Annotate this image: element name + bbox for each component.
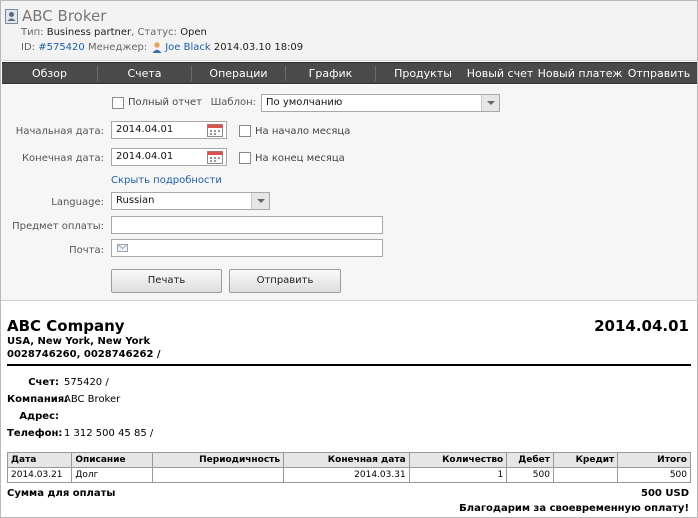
- report-settings-form: Полный отчет Шаблон: По умолчанию Началь…: [1, 85, 697, 301]
- full-report-checkbox[interactable]: [112, 97, 124, 109]
- phone-label: Телефон:: [7, 428, 63, 439]
- month-end-checkbox[interactable]: [239, 152, 251, 164]
- template-selected-value: По умолчанию: [266, 97, 343, 108]
- thank-you-note: Благодарим за своевременную оплату!: [459, 503, 689, 514]
- cell-quantity: 1: [408, 467, 508, 483]
- status-label: Статус:: [137, 27, 177, 38]
- invoice-company-phones: 0028746260, 0028746262 /: [7, 349, 161, 360]
- email-input[interactable]: [111, 239, 383, 257]
- template-label: Шаблон:: [210, 97, 256, 108]
- table-header-row: Дата Описание Периодичность Конечная дат…: [6, 452, 691, 468]
- nav-new-invoice[interactable]: Новый счет: [465, 63, 535, 84]
- address-label: Адрес:: [19, 411, 59, 422]
- col-debit: Дебет: [506, 452, 554, 468]
- col-credit: Кредит: [552, 452, 619, 468]
- language-select[interactable]: Russian: [111, 192, 270, 210]
- manager-link[interactable]: Joe Black: [165, 42, 210, 53]
- nav-products[interactable]: Продукты: [382, 63, 464, 84]
- invoice-company-address: USA, New York, New York: [7, 336, 151, 347]
- account-id-link[interactable]: #575420: [38, 42, 85, 53]
- full-report-label: Полный отчет: [128, 97, 202, 108]
- col-end-date: Конечная дата: [283, 452, 410, 468]
- print-button[interactable]: Печать: [111, 269, 222, 293]
- month-end-label: На конец месяца: [255, 153, 345, 164]
- main-nav: Обзор Счета Операции График Продукты Нов…: [2, 62, 697, 84]
- nav-divider: [375, 66, 376, 81]
- amount-due-label: Сумма для оплаты: [7, 488, 116, 499]
- calendar-icon[interactable]: [207, 150, 223, 164]
- nav-send[interactable]: Отправить: [624, 63, 694, 84]
- end-date-label: Конечная дата:: [21, 153, 104, 164]
- nav-operations[interactable]: Операции: [192, 63, 285, 84]
- header: ABC Broker Тип: Business partner, Статус…: [1, 1, 697, 61]
- language-selected-value: Russian: [116, 195, 155, 206]
- page-title: ABC Broker: [22, 7, 107, 25]
- company-value: ABC Broker: [64, 394, 121, 405]
- invoice-divider: [7, 364, 691, 366]
- info-company-row: Компания: ABC Broker: [7, 394, 120, 405]
- manager-label: Менеджер:: [87, 42, 148, 53]
- created-datetime: 2014.03.10 18:09: [213, 42, 304, 53]
- calendar-icon[interactable]: [207, 123, 223, 137]
- col-frequency: Периодичность: [152, 452, 285, 468]
- nav-accounts[interactable]: Счета: [98, 63, 191, 84]
- send-button[interactable]: Отправить: [229, 269, 341, 293]
- account-label: Счет:: [28, 377, 59, 388]
- col-total: Итого: [617, 452, 691, 468]
- type-label: Тип:: [21, 27, 44, 38]
- nav-new-payment[interactable]: Новый платеж: [537, 63, 623, 84]
- subject-input[interactable]: [111, 216, 383, 234]
- type-value: Business partner: [46, 27, 132, 38]
- report-window: ABC Broker Тип: Business partner, Статус…: [0, 0, 698, 518]
- start-date-value: 2014.04.01: [116, 124, 174, 135]
- start-date-label: Начальная дата:: [15, 126, 104, 137]
- chevron-down-icon: [481, 95, 499, 111]
- cell-frequency: [152, 467, 285, 483]
- meta-type-status: Тип: Business partner, Статус: Open: [21, 27, 207, 38]
- table-row: 2014.03.21 Долг 2014.03.31 1 500 500: [6, 467, 691, 483]
- chevron-down-icon: [251, 193, 269, 209]
- col-date: Дата: [6, 452, 73, 468]
- month-start-label: На начало месяца: [255, 126, 351, 137]
- subject-label: Предмет оплаты:: [12, 221, 104, 232]
- invoice-date: 2014.04.01: [594, 317, 689, 335]
- language-label: Language:: [51, 197, 104, 208]
- month-start-checkbox[interactable]: [239, 125, 251, 137]
- email-label: Почта:: [69, 245, 104, 256]
- hide-details-link[interactable]: Скрыть подробности: [111, 175, 222, 186]
- person-icon: [152, 42, 162, 53]
- id-label: ID:: [21, 42, 36, 53]
- cell-date: 2014.03.21: [6, 467, 73, 483]
- invoice-company-name: ABC Company: [7, 317, 125, 335]
- cell-end-date: 2014.03.31: [283, 467, 410, 483]
- phone-value: 1 312 500 45 85 /: [64, 428, 154, 439]
- invoice-items-table: Дата Описание Периодичность Конечная дат…: [6, 452, 691, 483]
- nav-schedule[interactable]: График: [286, 63, 375, 84]
- account-value: 575420 /: [64, 377, 109, 388]
- amount-due-value: 500 USD: [641, 488, 689, 499]
- nav-overview[interactable]: Обзор: [2, 63, 97, 84]
- envelope-icon: [117, 244, 128, 252]
- col-quantity: Количество: [408, 452, 508, 468]
- info-phone-row: Телефон: 1 312 500 45 85 /: [7, 428, 153, 439]
- meta-id-manager: ID: #575420 Менеджер: Joe Black 2014.03.…: [21, 42, 303, 53]
- contact-card-icon: [5, 8, 18, 24]
- info-address-row: Адрес:: [7, 411, 64, 422]
- col-description: Описание: [71, 452, 154, 468]
- cell-debit: 500: [506, 467, 554, 483]
- status-value: Open: [180, 27, 207, 38]
- cell-credit: [552, 467, 619, 483]
- cell-description: Долг: [71, 467, 154, 483]
- company-label: Компания:: [7, 394, 69, 405]
- info-account-row: Счет: 575420 /: [7, 377, 109, 388]
- end-date-value: 2014.04.01: [116, 151, 174, 162]
- cell-total: 500: [617, 467, 691, 483]
- template-select[interactable]: По умолчанию: [261, 94, 500, 112]
- title-row: ABC Broker: [5, 6, 106, 26]
